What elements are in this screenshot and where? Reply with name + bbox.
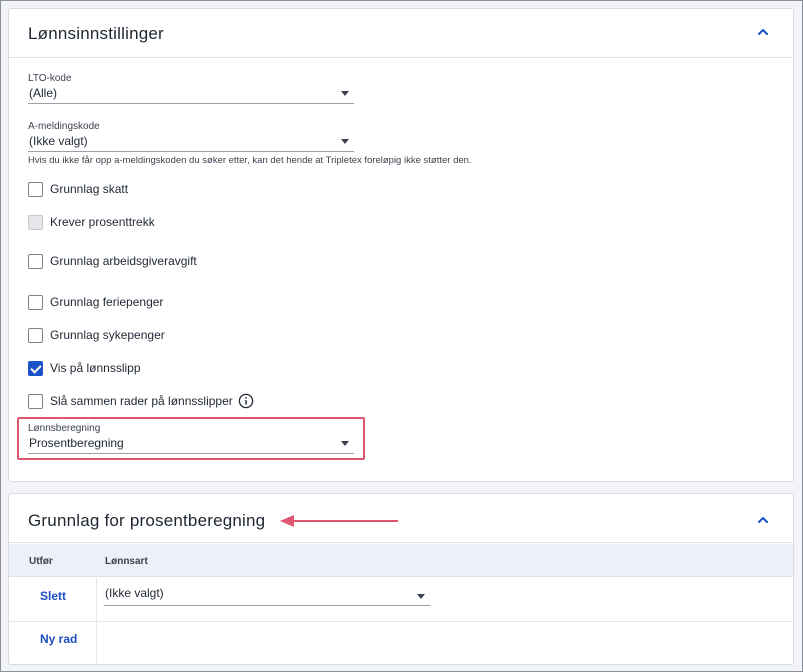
tax-basis-label: Grunnlag skatt: [50, 182, 129, 196]
checkbox-row-merge-rows: Slå sammen rader på lønnsslipper: [28, 393, 254, 409]
caret-down-icon: [341, 139, 349, 144]
merge-rows-checkbox[interactable]: [28, 393, 43, 409]
checkbox-row-show-on-payslip: Vis på lønnsslipp: [28, 360, 141, 376]
salary-settings-title: Lønnsinnstillinger: [28, 24, 164, 43]
lto-code-field: LTO-kode (Alle): [28, 73, 354, 104]
salary-calculation-select[interactable]: Prosentberegning: [28, 435, 354, 454]
employer-tax-checkbox[interactable]: [28, 253, 43, 269]
sick-pay-label: Grunnlag sykepenger: [50, 328, 165, 342]
checkbox-row-sick-pay: Grunnlag sykepenger: [28, 327, 165, 343]
holiday-pay-label: Grunnlag feriepenger: [50, 295, 164, 309]
lto-code-label: LTO-kode: [28, 73, 72, 84]
column-header-action: Utfør: [29, 556, 53, 567]
lto-code-value: (Alle): [29, 86, 58, 100]
percent-basis-card: Grunnlag for prosentberegning Utfør Lønn…: [8, 493, 794, 665]
arrow-left-icon: [280, 515, 398, 527]
a-message-code-select[interactable]: (Ikke valgt): [28, 133, 354, 152]
table-header: Utfør Lønnsart: [9, 544, 793, 577]
wage-type-select[interactable]: (Ikke valgt): [104, 585, 430, 606]
salary-settings-header: Lønnsinnstillinger: [9, 9, 793, 58]
percent-basis-header: Grunnlag for prosentberegning: [9, 494, 793, 543]
chevron-up-icon[interactable]: [755, 512, 771, 528]
salary-calculation-label: Lønnsberegning: [28, 423, 101, 434]
a-message-code-field: A-meldingskode (Ikke valgt): [28, 121, 354, 152]
new-row-link[interactable]: Ny rad: [40, 632, 77, 646]
percent-basis-title: Grunnlag for prosentberegning: [28, 511, 266, 530]
tax-basis-checkbox[interactable]: [28, 181, 43, 197]
checkbox-row-percent-deduction: Krever prosenttrekk: [28, 214, 155, 230]
merge-rows-label: Slå sammen rader på lønnsslipper: [50, 394, 233, 408]
sick-pay-checkbox[interactable]: [28, 327, 43, 343]
checkbox-row-tax-basis: Grunnlag skatt: [28, 181, 128, 197]
employer-tax-label: Grunnlag arbeidsgiveravgift: [50, 254, 197, 268]
column-header-wage-type: Lønnsart: [105, 556, 148, 567]
salary-settings-card: Lønnsinnstillinger LTO-kode (Alle) A-mel…: [8, 8, 794, 482]
delete-row-link[interactable]: Slett: [40, 589, 66, 603]
percent-deduction-label: Krever prosenttrekk: [50, 215, 155, 229]
show-on-payslip-label: Vis på lønnsslipp: [50, 361, 141, 375]
chevron-up-icon[interactable]: [755, 24, 771, 40]
caret-down-icon: [341, 441, 349, 446]
checkbox-row-employer-tax: Grunnlag arbeidsgiveravgift: [28, 253, 197, 269]
caret-down-icon: [341, 91, 349, 96]
lto-code-select[interactable]: (Alle): [28, 85, 354, 104]
wage-type-value: (Ikke valgt): [105, 586, 164, 600]
salary-calculation-field: Lønnsberegning Prosentberegning: [28, 423, 354, 454]
salary-calculation-value: Prosentberegning: [29, 436, 124, 450]
a-message-code-value: (Ikke valgt): [29, 134, 88, 148]
info-icon[interactable]: [238, 393, 254, 409]
wage-type-field: (Ikke valgt): [104, 585, 430, 606]
a-message-code-hint: Hvis du ikke får opp a-meldingskoden du …: [28, 155, 472, 166]
holiday-pay-checkbox[interactable]: [28, 294, 43, 310]
show-on-payslip-checkbox[interactable]: [28, 360, 43, 376]
checkbox-row-holiday-pay: Grunnlag feriepenger: [28, 294, 163, 310]
caret-down-icon: [417, 594, 425, 599]
row-divider: [9, 621, 793, 622]
a-message-code-label: A-meldingskode: [28, 121, 100, 132]
percent-deduction-checkbox: [28, 214, 43, 230]
